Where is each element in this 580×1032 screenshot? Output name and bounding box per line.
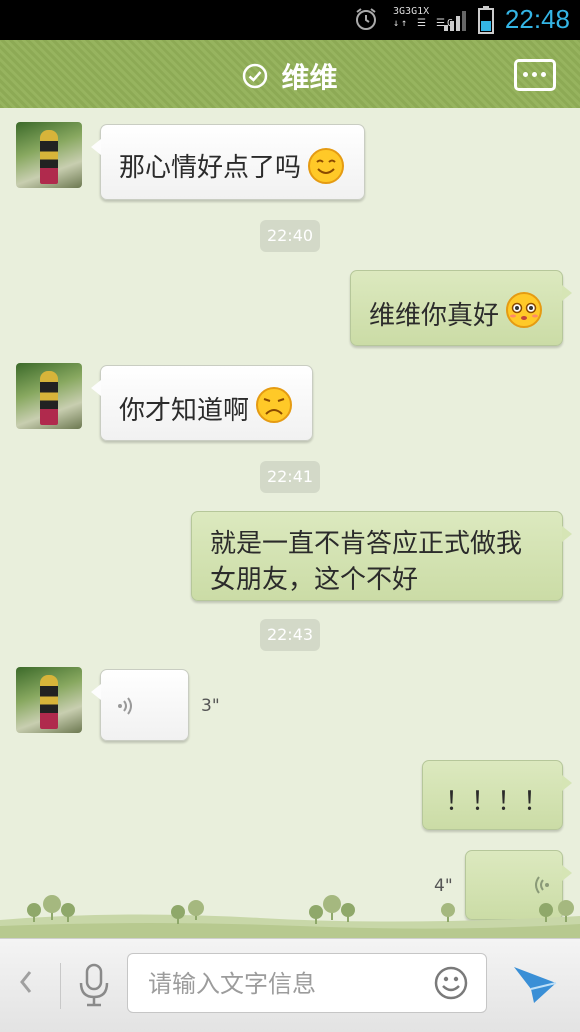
more-options-button[interactable] <box>514 59 556 91</box>
message-bubble[interactable]: ！！！！ <box>422 760 572 830</box>
avatar[interactable] <box>16 667 82 733</box>
message-text: 那心情好点了吗 <box>119 153 302 183</box>
chevron-left-icon <box>20 971 32 993</box>
message-text-line: 就是一直不肯答应正式做我 <box>210 529 523 559</box>
chat-area[interactable]: 那心情好点了吗 22:40 维维你真好 你才知道啊 22:41 就是一直不肯答应… <box>0 108 580 938</box>
timestamp: 22:41 <box>260 461 320 493</box>
message-bubble[interactable]: 就是一直不肯答应正式做我 女朋友，这个不好 <box>191 511 572 601</box>
voice-duration: 3" <box>201 696 220 716</box>
smile-emoji <box>308 148 344 184</box>
input-bar <box>0 938 580 1032</box>
smiley-icon[interactable] <box>434 966 468 1000</box>
battery-icon <box>478 6 494 34</box>
teary-emoji <box>506 292 542 328</box>
sad-emoji <box>256 387 292 423</box>
chat-title: 维维 <box>281 61 338 94</box>
back-button[interactable] <box>16 967 36 1004</box>
message-bubble[interactable]: 维维你真好 <box>350 270 572 346</box>
divider <box>60 963 61 1009</box>
message-input-box[interactable] <box>127 953 487 1013</box>
tree-scenery-decoration <box>0 895 580 938</box>
message-text-line: 女朋友，这个不好 <box>210 565 419 595</box>
status-bar: 3G3G1X ↓↑ ☰ ☰G 22:48 <box>0 0 580 40</box>
message-text: 你才知道啊 <box>119 396 250 426</box>
message-bubble[interactable]: 你才知道啊 <box>91 365 313 441</box>
message-bubble[interactable]: 那心情好点了吗 <box>91 124 365 200</box>
check-circle-icon <box>243 63 268 89</box>
microphone-icon[interactable] <box>78 963 110 1007</box>
status-time: 22:48 <box>504 4 570 34</box>
voice-wave-icon <box>118 697 132 715</box>
message-input[interactable] <box>146 964 410 1004</box>
network-label: 1X <box>417 6 430 17</box>
avatar[interactable] <box>16 122 82 188</box>
signal-icon <box>444 11 466 31</box>
message-text: 维维你真好 <box>369 301 500 331</box>
avatar[interactable] <box>16 363 82 429</box>
network-label: 3G <box>393 6 406 17</box>
timestamp: 22:43 <box>260 619 320 651</box>
send-icon[interactable] <box>512 963 558 1005</box>
title-bar: 维维 <box>0 40 580 114</box>
alarm-icon <box>356 8 376 30</box>
network-label: 3G <box>405 6 418 17</box>
more-dots-icon <box>523 72 528 77</box>
timestamp: 22:40 <box>260 220 320 252</box>
message-text: ！！！！ <box>445 787 550 817</box>
voice-message[interactable] <box>91 669 189 741</box>
